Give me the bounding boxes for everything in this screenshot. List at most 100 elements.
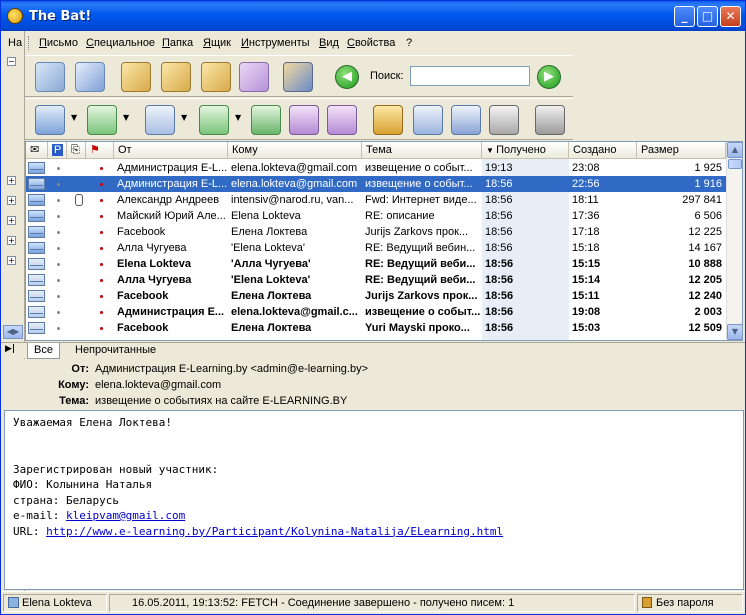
- expand-icon[interactable]: +: [7, 256, 16, 265]
- address-book-icon[interactable]: [35, 62, 65, 92]
- get-mail-dropdown-icon[interactable]: ▼: [71, 113, 77, 122]
- subject-label: Тема:: [59, 395, 89, 407]
- minimize-button[interactable]: _: [674, 6, 695, 27]
- column-from[interactable]: От: [114, 142, 228, 159]
- column-status-icon[interactable]: ✉: [26, 142, 48, 159]
- message-to: 'Elena Lokteva': [231, 242, 305, 254]
- column-size[interactable]: Размер: [637, 142, 726, 159]
- url-link[interactable]: http://www.e-learning.by/Participant/Kol…: [46, 525, 503, 538]
- menu-special[interactable]: Специальное: [86, 37, 155, 49]
- reply-dropdown-icon[interactable]: ▼: [235, 113, 241, 122]
- save-message-icon[interactable]: [451, 105, 481, 135]
- network-tools-icon[interactable]: [283, 62, 313, 92]
- column-subject[interactable]: Тема: [362, 142, 482, 159]
- message-row[interactable]: Facebook Елена Локтева Jurijs Zarkovs прок…: [26, 224, 726, 240]
- sort-filter-icon[interactable]: [239, 62, 269, 92]
- message-row[interactable]: Администрация E-L... elena.lokteva@gmail.…: [26, 176, 726, 192]
- message-row[interactable]: Администрация E-L... elena.lokteva@gmail.…: [26, 160, 726, 176]
- send-mail-icon[interactable]: [87, 105, 117, 135]
- message-subject: Jurijs Zarkovs прок...: [365, 226, 469, 238]
- unread-envelope-icon: [28, 322, 45, 334]
- menu-grip[interactable]: [28, 36, 31, 50]
- folder-menu-fragment[interactable]: На: [8, 37, 22, 49]
- scroll-thumb[interactable]: [728, 159, 742, 169]
- message-to: Elena Lokteva: [231, 210, 301, 222]
- from-value[interactable]: Администрация E-Learning.by <admin@e-lea…: [95, 363, 368, 375]
- menu-mailbox[interactable]: Ящик: [203, 37, 231, 49]
- tab-all[interactable]: Все: [27, 343, 60, 359]
- priority-dot-icon: [57, 247, 60, 250]
- expand-icon[interactable]: +: [7, 176, 16, 185]
- send-mail-dropdown-icon[interactable]: ▼: [123, 113, 129, 122]
- read-envelope-icon: [28, 178, 45, 190]
- message-row[interactable]: Алла Чугуева 'Elena Lokteva' RE: Ведущий в…: [26, 272, 726, 288]
- folder-scroll-arrows[interactable]: ◀▶: [3, 325, 23, 339]
- menu-view[interactable]: Вид: [319, 37, 339, 49]
- message-header-pane: От: Администрация E-Learning.by <admin@e…: [1, 359, 745, 411]
- menu-tools[interactable]: Инструменты: [241, 37, 310, 49]
- folder-properties-icon[interactable]: [201, 62, 231, 92]
- tab-unread[interactable]: Непрочитанные: [69, 343, 162, 359]
- column-created[interactable]: Создано: [569, 142, 637, 159]
- collapse-icon[interactable]: −: [7, 57, 16, 66]
- menu-folder[interactable]: Папка: [162, 37, 193, 49]
- new-message-icon[interactable]: [145, 105, 175, 135]
- message-row[interactable]: Facebook Елена Локтева Jurijs Zarkovs прок…: [26, 288, 726, 304]
- column-flag-icon[interactable]: ⚑: [86, 142, 114, 159]
- maximize-button[interactable]: □: [697, 6, 718, 27]
- scroll-up-icon[interactable]: ▲: [727, 142, 742, 158]
- expand-icon[interactable]: +: [7, 216, 16, 225]
- message-list-scrollbar[interactable]: ▲ ▼: [726, 142, 742, 340]
- message-body[interactable]: Уважаемая Елена Локтева! Зарегистрирован…: [4, 410, 744, 590]
- message-to: 'Алла Чугуева': [231, 258, 311, 270]
- expand-icon[interactable]: +: [7, 196, 16, 205]
- column-attachment-icon[interactable]: ⎘: [67, 142, 86, 159]
- message-row[interactable]: Facebook Елена Локтева Yuri Mayski проко..…: [26, 320, 726, 336]
- reply-all-icon[interactable]: [251, 105, 281, 135]
- message-row[interactable]: Алла Чугуева 'Elena Lokteva' RE: Ведущий в…: [26, 240, 726, 256]
- message-received: 18:56: [485, 210, 513, 222]
- email-link[interactable]: kleipvam@gmail.com: [66, 509, 185, 522]
- get-mail-icon[interactable]: [35, 105, 65, 135]
- message-to: elena.lokteva@gmail.c...: [231, 306, 358, 318]
- spellcheck-icon[interactable]: [373, 105, 403, 135]
- new-folder-icon[interactable]: [161, 62, 191, 92]
- expand-icon[interactable]: +: [7, 236, 16, 245]
- message-size: 12 240: [688, 290, 722, 302]
- window-title: The Bat!: [29, 9, 92, 24]
- scroll-down-icon[interactable]: ▼: [727, 324, 742, 340]
- message-row[interactable]: Майский Юрий Але... Elena Lokteva RE: опис…: [26, 208, 726, 224]
- message-row[interactable]: Александр Андреев intensiv@narod.ru, van.…: [26, 192, 726, 208]
- status-account[interactable]: Elena Lokteva: [3, 594, 107, 612]
- title-bar[interactable]: The Bat! _ □ ✕: [1, 1, 745, 31]
- lock-folder-icon[interactable]: [121, 62, 151, 92]
- column-to[interactable]: Кому: [228, 142, 362, 159]
- redirect-icon[interactable]: [327, 105, 357, 135]
- menu-letter[interactable]: Письмо: [39, 37, 78, 49]
- new-message-dropdown-icon[interactable]: ▼: [181, 113, 187, 122]
- print-icon[interactable]: [489, 105, 519, 135]
- find-icon[interactable]: [413, 105, 443, 135]
- message-row[interactable]: Elena Lokteva 'Алла Чугуева' RE: Ведущий в…: [26, 256, 726, 272]
- search-input[interactable]: [410, 66, 530, 86]
- tab-scroll-icon[interactable]: ▶|: [5, 344, 15, 354]
- flag-dot-icon: [100, 279, 103, 282]
- forward-icon[interactable]: [289, 105, 319, 135]
- column-priority-icon[interactable]: P: [48, 142, 67, 159]
- delete-trash-icon[interactable]: [535, 105, 565, 135]
- menu-help[interactable]: ?: [406, 37, 412, 49]
- message-row[interactable]: Администрация E... elena.lokteva@gmail.c.…: [26, 304, 726, 320]
- status-bar: Elena Lokteva 16.05.2011, 19:13:52: FETC…: [1, 591, 745, 614]
- back-arrow-icon[interactable]: ◀: [335, 65, 359, 89]
- search-go-icon[interactable]: ▶: [537, 65, 561, 89]
- check-mail-icon[interactable]: [75, 62, 105, 92]
- menu-properties[interactable]: Свойства: [347, 37, 395, 49]
- to-value[interactable]: elena.lokteva@gmail.com: [95, 379, 221, 391]
- close-button[interactable]: ✕: [720, 6, 741, 27]
- read-envelope-icon: [28, 226, 45, 238]
- sort-arrow-icon: ▼: [486, 146, 497, 155]
- column-received[interactable]: ▼ Получено: [482, 142, 569, 159]
- message-list[interactable]: ✉ P ⎘ ⚑ От Кому Тема ▼ Получено Создано …: [25, 141, 743, 341]
- reply-icon[interactable]: [199, 105, 229, 135]
- priority-dot-icon: [57, 311, 60, 314]
